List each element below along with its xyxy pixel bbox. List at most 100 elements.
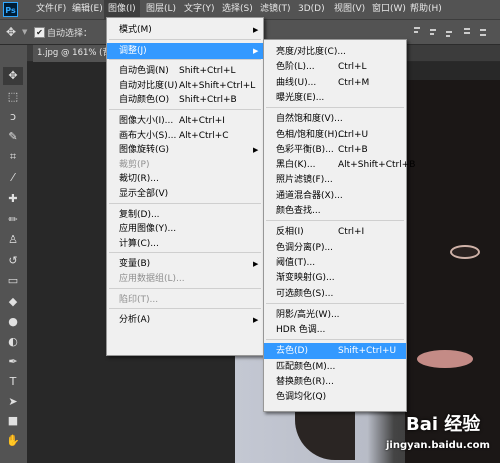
adjust-menu-item-label: 曲线(U)... — [276, 77, 317, 88]
menu-separator — [109, 109, 261, 110]
blur-icon[interactable]: ● — [3, 313, 23, 331]
image-menu-item-shortcut: Alt+Ctrl+I — [179, 116, 225, 126]
align-middle-icon[interactable] — [428, 26, 438, 38]
pen-icon[interactable]: ✒ — [3, 353, 23, 371]
rectangle-icon[interactable]: ■ — [3, 412, 23, 430]
adjust-menu-item[interactable]: 替换颜色(R)... — [264, 374, 406, 390]
adjustments-submenu: 亮度/对比度(C)... 色阶(L)... Ctrl+L 曲线(U)... Ctrl+M… — [263, 39, 415, 412]
adjust-menu-item[interactable]: 颜色查找... — [264, 203, 406, 219]
menu-separator — [266, 107, 404, 109]
image-menu-item-shortcut: Alt+Shift+Ctrl+L — [179, 80, 256, 91]
submenu-arrow-icon: ▶ — [253, 46, 259, 55]
adjust-menu-item-shortcut: Ctrl+L — [338, 62, 367, 73]
adjust-menu-item-label: 匹配颜色(M)... — [276, 361, 336, 372]
document-tab[interactable]: 1.jpg @ 161% (背 — [33, 45, 115, 62]
align-bottom-icon[interactable] — [444, 26, 454, 38]
image-menu-item[interactable]: 图像旋转(G) ▶ — [107, 142, 263, 158]
adjust-menu-item[interactable]: 色相/饱和度(H)... Ctrl+U — [264, 127, 406, 143]
menu-help[interactable]: 帮助(H) — [406, 0, 446, 19]
brush-icon[interactable]: ✏ — [3, 211, 23, 229]
adjust-menu-item[interactable]: HDR 色调... — [264, 322, 406, 338]
adjust-menu-item-shortcut: Ctrl+U — [338, 129, 369, 140]
image-menu-item[interactable]: 自动色调(N) Shift+Ctrl+L — [107, 63, 263, 79]
menu-3d[interactable]: 3D(D) — [294, 0, 329, 19]
adjust-menu-item-shortcut: Alt+Shift+Ctrl+B — [338, 160, 416, 171]
crop-icon[interactable]: ⌗ — [3, 148, 23, 166]
adjust-menu-item[interactable]: 色彩平衡(B)... Ctrl+B — [264, 142, 406, 158]
image-menu-item[interactable]: 计算(C)... — [107, 236, 263, 252]
adjust-menu-item-label: 去色(D) — [276, 346, 308, 357]
adjust-menu-item-label: 通道混合器(X)... — [276, 190, 343, 201]
adjust-menu-item[interactable]: 黑白(K)... Alt+Shift+Ctrl+B — [264, 157, 415, 173]
paint-bucket-icon[interactable]: ◆ — [3, 293, 23, 311]
eraser-icon[interactable]: ▭ — [3, 272, 23, 290]
submenu-arrow-icon: ▶ — [253, 260, 259, 269]
image-menu-item[interactable]: 画布大小(S)... Alt+Ctrl+C — [107, 128, 263, 144]
image-menu-item[interactable]: 模式(M) ▶ — [107, 22, 263, 38]
chevron-down-icon[interactable]: ▼ — [22, 28, 27, 36]
adjust-menu-item[interactable]: 曲线(U)... Ctrl+M — [264, 75, 406, 91]
type-icon[interactable]: T — [3, 373, 23, 391]
adjust-menu-item[interactable]: 反相(I) Ctrl+I — [264, 224, 406, 240]
hand-icon[interactable]: ✋ — [3, 432, 23, 450]
image-menu-item[interactable]: 分析(A) ▶ — [107, 312, 263, 328]
path-select-icon[interactable]: ➤ — [3, 393, 23, 411]
history-brush-icon[interactable]: ↺ — [3, 252, 23, 270]
image-menu-item-label: 裁切(R)... — [119, 174, 159, 185]
adjust-menu-item[interactable]: 曝光度(E)... — [264, 90, 406, 106]
adjust-menu-item[interactable]: 自然饱和度(V)... — [264, 111, 406, 127]
align-left-icon[interactable] — [462, 26, 472, 38]
image-menu-item-shortcut: Alt+Ctrl+C — [179, 130, 229, 141]
dodge-icon[interactable]: ◐ — [3, 333, 23, 351]
image-menu-item[interactable]: 调整(J) ▶ — [107, 42, 263, 59]
image-menu-item[interactable]: 图像大小(I)... Alt+Ctrl+I — [107, 113, 263, 129]
adjust-menu-item[interactable]: 通道混合器(X)... — [264, 188, 406, 204]
adjust-menu-item[interactable]: 去色(D) Shift+Ctrl+U — [264, 343, 406, 360]
baidu-watermark: Bai 经验 jingyan.baidu.com — [386, 410, 500, 463]
healing-brush-icon[interactable]: ✚ — [3, 190, 23, 208]
menu-window[interactable]: 窗口(W) — [368, 0, 410, 19]
marquee-icon[interactable]: ⬚ — [3, 88, 23, 106]
menu-view[interactable]: 视图(V) — [330, 0, 369, 19]
eyedropper-icon[interactable]: ⁄ — [3, 169, 23, 187]
adjust-menu-item[interactable]: 照片滤镜(F)... — [264, 172, 406, 188]
quick-select-icon[interactable]: ✎ — [3, 128, 23, 146]
adjust-menu-item-label: 色彩平衡(B)... — [276, 144, 334, 155]
clone-stamp-icon[interactable]: ♙ — [3, 231, 23, 249]
adjust-menu-item[interactable]: 渐变映射(G)... — [264, 270, 406, 286]
image-menu-item[interactable]: 自动颜色(O) Shift+Ctrl+B — [107, 92, 263, 108]
menu-file[interactable]: 文件(F) — [32, 0, 70, 19]
image-menu-item-label: 应用数据组(L)... — [119, 274, 185, 284]
image-menu-item-label: 复制(D)... — [119, 209, 160, 220]
adjust-menu-item[interactable]: 阴影/高光(W)... — [264, 307, 406, 323]
image-menu-item[interactable]: 应用图像(Y)... — [107, 221, 263, 237]
adjust-menu-item[interactable]: 色阶(L)... Ctrl+L — [264, 59, 406, 75]
image-menu-item[interactable]: 变量(B) ▶ — [107, 256, 263, 272]
align-top-icon[interactable] — [412, 26, 422, 38]
adjust-menu-item-label: 可选颜色(S)... — [276, 288, 334, 299]
image-menu-item[interactable]: 裁切(R)... — [107, 171, 263, 187]
image-menu-item-label: 计算(C)... — [119, 238, 159, 249]
image-menu-item[interactable]: 自动对比度(U) Alt+Shift+Ctrl+L — [107, 78, 263, 94]
adjust-menu-item[interactable]: 色调分离(P)... — [264, 240, 406, 256]
image-menu-item-label: 显示全部(V) — [119, 189, 169, 199]
move-icon[interactable]: ✥ — [3, 67, 23, 85]
adjust-menu-item-label: 曝光度(E)... — [276, 92, 325, 103]
adjust-menu-item[interactable]: 匹配颜色(M)... — [264, 359, 406, 375]
lasso-icon[interactable]: ↄ — [3, 108, 23, 126]
adjust-menu-item-label: 自然饱和度(V)... — [276, 114, 343, 125]
menu-separator — [266, 339, 404, 341]
adjust-menu-item-label: 渐变映射(G)... — [276, 273, 335, 284]
adjust-menu-item-shortcut: Ctrl+M — [338, 77, 370, 88]
auto-select-checkbox[interactable]: ✔ — [34, 27, 45, 38]
menu-edit[interactable]: 编辑(E) — [68, 0, 107, 19]
menu-separator — [266, 302, 404, 304]
adjust-menu-item[interactable]: 亮度/对比度(C)... — [264, 44, 406, 60]
image-menu-item[interactable]: 复制(D)... — [107, 207, 263, 223]
move-tool-icon[interactable]: ✥ — [6, 25, 16, 39]
align-center-icon[interactable] — [478, 26, 488, 38]
adjust-menu-item[interactable]: 可选颜色(S)... — [264, 286, 406, 302]
image-menu-item[interactable]: 显示全部(V) — [107, 186, 263, 202]
adjust-menu-item[interactable]: 阈值(T)... — [264, 255, 406, 271]
adjust-menu-item[interactable]: 色调均化(Q) — [264, 389, 406, 405]
